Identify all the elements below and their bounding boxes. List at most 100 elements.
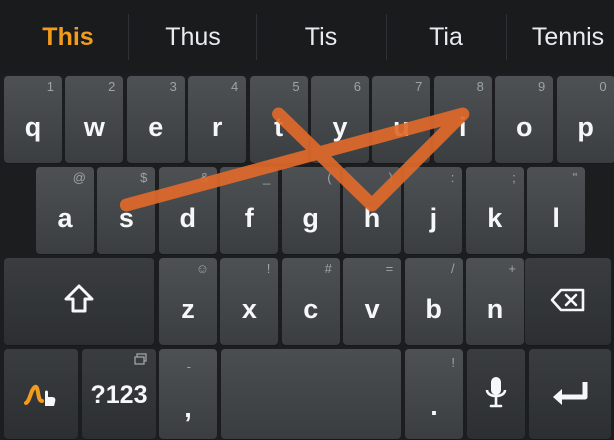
key-r[interactable]: 4r	[188, 76, 247, 163]
key-k-hint: ;	[512, 170, 516, 185]
swype-logo-icon	[4, 379, 78, 414]
key-b-label: b	[425, 294, 442, 324]
key-p-label: p	[577, 112, 594, 142]
comma-label: ,	[184, 393, 192, 423]
suggestion-divider	[128, 14, 129, 60]
key-y-hint: 6	[353, 79, 361, 94]
key-a-label: a	[57, 203, 73, 233]
key-w-label: w	[83, 112, 105, 142]
comma-key[interactable]: -,	[159, 349, 217, 439]
key-y[interactable]: 6y	[311, 76, 369, 163]
key-o-label: o	[515, 112, 533, 142]
key-a[interactable]: @ a	[36, 167, 94, 254]
backspace-key[interactable]	[525, 258, 611, 345]
period-label: .	[430, 391, 438, 421]
key-a-hint: @	[72, 170, 86, 185]
enter-icon	[529, 379, 611, 414]
keyboard: This Thus Tis Tia Tennis 1q2w3e4r5t6y7u8i9o0…	[0, 0, 614, 440]
symbols-label: ?123	[90, 381, 148, 409]
key-z-label: z	[181, 294, 195, 324]
key-f[interactable]: _ f	[220, 167, 279, 254]
key-w[interactable]: 2w	[65, 76, 124, 163]
key-u-label: u	[393, 112, 410, 142]
swype-key[interactable]	[4, 349, 78, 439]
key-h-label: h	[363, 203, 381, 233]
key-c-hint: #	[324, 261, 332, 276]
key-l[interactable]: " l	[527, 167, 586, 254]
key-h-hint: )	[388, 170, 393, 185]
key-c[interactable]: # c	[281, 258, 340, 345]
key-x-hint: !	[266, 261, 271, 276]
key-q[interactable]: 1q	[4, 76, 62, 163]
key-w-hint: 2	[108, 79, 116, 94]
key-q-hint: 1	[46, 79, 54, 94]
key-d-label: d	[179, 203, 197, 233]
key-s[interactable]: $ s	[97, 167, 156, 254]
period-hint: !	[451, 355, 455, 370]
period-key[interactable]: !.	[405, 349, 463, 439]
suggestion-primary[interactable]: This	[8, 12, 128, 62]
key-v[interactable]: = v	[343, 258, 402, 345]
key-r-hint: 4	[230, 79, 239, 94]
suggestion-divider	[386, 14, 387, 60]
key-y-label: y	[332, 112, 348, 142]
key-j[interactable]: :j	[404, 167, 463, 254]
key-x[interactable]: ! x	[220, 258, 279, 345]
shift-key[interactable]	[4, 258, 154, 345]
key-v-hint: =	[385, 261, 394, 276]
key-n[interactable]: + n	[466, 258, 524, 345]
key-b[interactable]: / b	[404, 258, 463, 345]
key-l-hint: "	[572, 170, 578, 185]
key-g[interactable]: (g	[281, 167, 340, 254]
key-r-label: r	[211, 112, 223, 142]
key-p[interactable]: 0p	[556, 76, 614, 163]
key-z[interactable]: ☺ z	[159, 258, 217, 345]
key-g-label: g	[302, 203, 319, 233]
key-u[interactable]: 7u	[372, 76, 431, 163]
key-s-hint: $	[140, 170, 148, 185]
key-b-hint: /	[450, 261, 455, 276]
microphone-key[interactable]	[467, 349, 525, 439]
key-v-label: v	[364, 294, 380, 324]
suggestion-divider	[256, 14, 257, 60]
suggestion-3[interactable]: Tis	[258, 12, 384, 62]
suggestion-5[interactable]: Tennis	[508, 12, 614, 62]
comma-hint: -	[186, 359, 191, 374]
suggestion-strip: This Thus Tis Tia Tennis	[0, 0, 614, 74]
key-t[interactable]: 5t	[249, 76, 308, 163]
key-n-hint: +	[508, 261, 516, 276]
key-f-hint: _	[262, 170, 271, 185]
key-i[interactable]: 8i	[433, 76, 492, 163]
key-t-label: t	[274, 112, 284, 142]
key-g-hint: (	[327, 170, 332, 185]
microphone-icon	[467, 375, 525, 416]
key-h[interactable]: ) h	[343, 167, 401, 254]
suggestion-2[interactable]: Thus	[130, 12, 256, 62]
key-i-label: i	[459, 112, 467, 142]
symbols-key[interactable]: ?123	[82, 349, 156, 439]
enter-key[interactable]	[529, 349, 611, 439]
key-d[interactable]: & d	[158, 167, 217, 254]
space-key[interactable]	[221, 349, 401, 439]
emoji-icon	[134, 353, 148, 370]
key-e-hint: 3	[169, 79, 177, 94]
key-k-label: k	[487, 203, 503, 233]
key-d-hint: &	[200, 170, 209, 185]
key-f-label: f	[244, 203, 254, 233]
key-q-label: q	[24, 112, 42, 142]
suggestion-4[interactable]: Tia	[388, 12, 504, 62]
key-n-label: n	[486, 294, 504, 324]
key-o-hint: 9	[537, 79, 546, 94]
key-e[interactable]: 3e	[126, 76, 185, 163]
key-j-hint: :	[450, 170, 455, 185]
key-j-label: j	[429, 203, 438, 233]
shift-icon	[4, 282, 154, 321]
key-l-label: l	[552, 203, 560, 233]
key-k[interactable]: ; k	[465, 167, 524, 254]
backspace-icon	[525, 288, 611, 317]
key-z-hint: ☺	[195, 261, 209, 276]
key-p-hint: 0	[599, 79, 607, 94]
key-e-label: e	[148, 112, 164, 142]
key-t-hint: 5	[292, 79, 300, 94]
key-o[interactable]: 9o	[495, 76, 554, 163]
